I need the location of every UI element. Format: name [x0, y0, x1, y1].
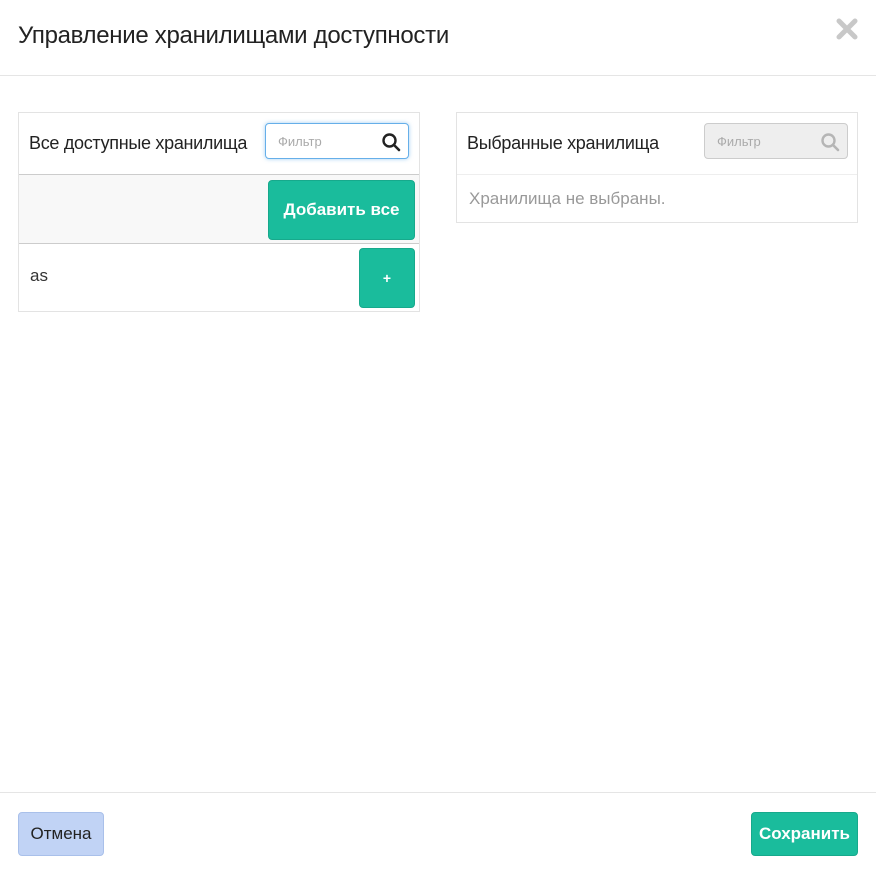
- available-storage-panel: Все доступные хранилища Добавить все as …: [18, 112, 420, 312]
- selected-storage-panel: Выбранные хранилища Хранилища не выбраны…: [456, 112, 858, 223]
- available-filter: [265, 123, 409, 159]
- close-icon: [836, 18, 858, 40]
- save-button[interactable]: Сохранить: [751, 812, 858, 856]
- add-all-row: Добавить все: [19, 175, 419, 244]
- search-icon: [382, 133, 401, 152]
- selected-panel-header: Выбранные хранилища: [457, 113, 857, 175]
- manage-storage-modal: Управление хранилищами доступности Все д…: [0, 0, 876, 873]
- empty-selection-message: Хранилища не выбраны.: [469, 189, 666, 208]
- add-item-button[interactable]: +: [359, 248, 415, 308]
- modal-title: Управление хранилищами доступности: [18, 22, 449, 49]
- modal-header: Управление хранилищами доступности: [0, 0, 876, 76]
- available-panel-header: Все доступные хранилища: [19, 113, 419, 175]
- close-button[interactable]: [836, 18, 858, 44]
- selected-filter: [704, 123, 848, 159]
- modal-footer: Отмена Сохранить: [0, 792, 876, 873]
- search-icon: [821, 133, 840, 152]
- add-all-button[interactable]: Добавить все: [268, 180, 415, 240]
- storage-item-name: as: [30, 266, 48, 285]
- selected-heading: Выбранные хранилища: [467, 133, 659, 153]
- available-heading: Все доступные хранилища: [29, 133, 248, 153]
- cancel-button[interactable]: Отмена: [18, 812, 104, 856]
- list-item: as +: [19, 244, 419, 312]
